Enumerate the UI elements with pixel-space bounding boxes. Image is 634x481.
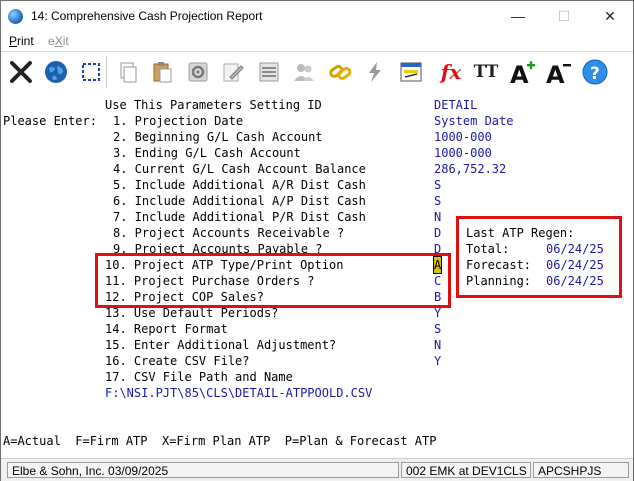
param-value[interactable]: System Date [434,113,513,129]
param-label: 8. Project Accounts Receivable ? [113,226,345,240]
param-label: 7. Include Additional P/R Dist Cash [113,210,366,224]
status-program: APCSHPJS [533,462,629,478]
help-line: A=Actual F=Firm ATP X=Firm Plan ATP P=Pl… [3,434,437,448]
param-value[interactable]: 1000-000 [434,145,492,161]
param-label: 5. Include Additional A/R Dist Cash [113,178,366,192]
param-label: 17. CSV File Path and Name [105,370,293,384]
param-label: 2. Beginning G/L Cash Account [113,130,323,144]
atp-planning-value: 06/24/25 [546,274,604,288]
status-bar: Elbe & Sohn, Inc. 03/09/2025 002 EMK at … [1,458,633,481]
highlight-box-atp-options [95,253,451,308]
menu-print[interactable]: Print [9,34,34,48]
status-user: 002 EMK at DEV1CLS [401,462,531,478]
param-value[interactable]: 1000-000 [434,129,492,145]
param-value[interactable]: S [434,321,441,337]
param-value[interactable]: D [434,225,441,241]
csv-path-value[interactable]: F:\NSI.PJT\85\CLS\DETAIL-ATPPOOLD.CSV [105,385,372,401]
please-enter-label: Please Enter: [3,114,97,128]
param-value[interactable]: S [434,177,441,193]
app-globe-icon [8,9,23,24]
exit-x-icon[interactable] [5,56,37,88]
users-icon[interactable] [288,56,320,88]
window-title: 14: Comprehensive Cash Projection Report [31,9,263,23]
param-value[interactable]: N [434,209,441,225]
menu-exit[interactable]: eXit [48,34,69,48]
settings-gear-icon[interactable] [182,56,214,88]
help-label: ? [590,64,600,84]
copy-icon[interactable] [111,56,143,88]
font-decrease-icon[interactable]: A [542,56,574,88]
atp-forecast-label: Forecast: [466,258,532,272]
settings-id-label: Use This Parameters Setting ID [105,98,322,112]
toolbar: fx TT A A ? [1,51,633,93]
paste-icon[interactable] [146,56,178,88]
maximize-button[interactable]: ☐ [541,1,587,32]
param-label: 1. Projection Date [113,114,244,128]
select-box-icon[interactable] [75,56,107,88]
param-label: 14. Report Format [105,322,228,336]
menu-bar: Print eXit [1,32,633,51]
atp-total-value: 06/24/25 [546,242,604,256]
param-label: 16. Create CSV File? [105,354,250,368]
atp-regen-title: Last ATP Regen: [466,226,575,240]
param-value[interactable]: Y [434,353,441,369]
param-value[interactable]: 286,752.32 [434,161,506,177]
fx-label: fx [440,60,462,84]
param-label: 6. Include Additional A/P Dist Cash [113,194,366,208]
param-label: 15. Enter Additional Adjustment? [105,338,337,352]
terminal-screen: Use This Parameters Setting ID DETAIL Pl… [1,92,633,456]
status-company: Elbe & Sohn, Inc. 03/09/2025 [7,462,399,478]
title-bar: 14: Comprehensive Cash Projection Report… [1,1,633,32]
chain-link-icon[interactable] [324,56,356,88]
text-style-icon[interactable]: TT [470,56,502,88]
lightning-icon[interactable] [359,56,391,88]
close-button[interactable]: ✕ [587,1,633,32]
param-label: 3. Ending G/L Cash Account [113,146,301,160]
atp-forecast-value: 06/24/25 [546,258,604,272]
font-increase-icon[interactable]: A [506,56,538,88]
svg-text:A: A [510,61,529,86]
edit-icon[interactable] [217,56,249,88]
minimize-button[interactable]: — [495,1,541,32]
param-label: 4. Current G/L Cash Account Balance [113,162,366,176]
list-icon[interactable] [253,56,285,88]
atp-planning-label: Planning: [466,274,532,288]
app-window: 14: Comprehensive Cash Projection Report… [0,0,634,481]
atp-total-label: Total: [466,242,510,256]
globe-icon[interactable] [40,56,72,88]
tt-label: TT [473,62,499,82]
param-value[interactable]: S [434,193,441,209]
svg-text:A: A [546,61,565,86]
param-value[interactable]: N [434,337,441,353]
settings-id-value[interactable]: DETAIL [434,97,477,113]
help-icon[interactable]: ? [579,56,611,88]
fx-formula-icon[interactable]: fx [435,56,467,88]
calculator-window-icon[interactable] [395,56,427,88]
